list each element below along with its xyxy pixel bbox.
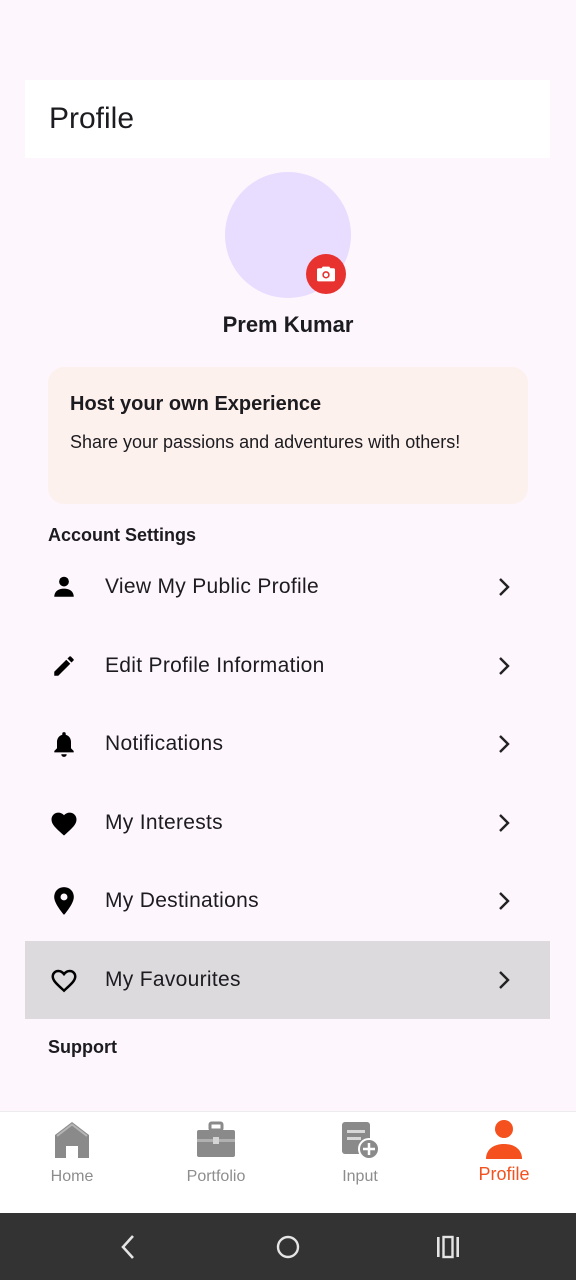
- menu-item-my-interests[interactable]: My Interests: [25, 784, 550, 862]
- menu-item-view-public-profile[interactable]: View My Public Profile: [25, 548, 550, 626]
- person-icon: [49, 572, 79, 602]
- menu-item-label: My Favourites: [105, 968, 241, 991]
- location-pin-icon: [49, 886, 79, 916]
- host-card-title: Host your own Experience: [70, 393, 322, 415]
- home-button[interactable]: [272, 1231, 304, 1263]
- chevron-right-icon: [494, 891, 514, 911]
- menu-item-label: Edit Profile Information: [105, 654, 325, 677]
- briefcase-icon: [196, 1120, 236, 1160]
- change-photo-button[interactable]: [306, 254, 346, 294]
- nav-input[interactable]: Input: [288, 1112, 432, 1214]
- bell-icon: [49, 729, 79, 759]
- page-title: Profile: [49, 102, 135, 135]
- nav-label: Home: [50, 1168, 94, 1185]
- nav-home[interactable]: Home: [0, 1112, 144, 1214]
- back-button[interactable]: [112, 1231, 144, 1263]
- nav-profile[interactable]: Profile: [432, 1112, 576, 1214]
- menu-item-label: My Destinations: [105, 889, 259, 912]
- nav-label: Profile: [478, 1164, 530, 1184]
- chevron-right-icon: [494, 734, 514, 754]
- host-card-subtitle: Share your passions and adventures with …: [70, 432, 461, 452]
- nav-portfolio[interactable]: Portfolio: [144, 1112, 288, 1214]
- menu-item-label: Notifications: [105, 732, 224, 755]
- home-circle-icon: [276, 1235, 300, 1259]
- system-navigation-bar: [0, 1213, 576, 1280]
- camera-icon: [317, 266, 335, 282]
- heart-outline-icon: [49, 965, 79, 995]
- section-title-account-settings: Account Settings: [48, 525, 197, 545]
- bottom-navigation: Home Portfolio Input Profile: [0, 1111, 576, 1213]
- menu-item-label: View My Public Profile: [105, 575, 319, 598]
- app-bar: Profile: [25, 80, 550, 158]
- profile-icon: [484, 1120, 524, 1160]
- menu-item-my-destinations[interactable]: My Destinations: [25, 862, 550, 940]
- host-experience-card[interactable]: Host your own Experience Share your pass…: [48, 367, 528, 504]
- menu-item-edit-profile[interactable]: Edit Profile Information: [25, 627, 550, 705]
- nav-label: Input: [342, 1168, 378, 1185]
- menu-item-notifications[interactable]: Notifications: [25, 705, 550, 783]
- add-document-icon: [340, 1120, 380, 1160]
- chevron-right-icon: [494, 656, 514, 676]
- chevron-right-icon: [494, 970, 514, 990]
- recents-icon: [437, 1235, 459, 1259]
- nav-label: Portfolio: [186, 1168, 246, 1185]
- chevron-right-icon: [494, 577, 514, 597]
- profile-name: Prem Kumar: [222, 312, 354, 337]
- home-icon: [52, 1120, 92, 1160]
- pencil-icon: [49, 651, 79, 681]
- section-title-support: Support: [48, 1037, 117, 1057]
- profile-avatar[interactable]: [225, 172, 351, 298]
- recents-button[interactable]: [432, 1231, 464, 1263]
- status-bar: [0, 0, 576, 70]
- menu-item-my-favourites[interactable]: My Favourites: [25, 941, 550, 1019]
- heart-filled-icon: [49, 808, 79, 838]
- menu-item-label: My Interests: [105, 811, 223, 834]
- chevron-right-icon: [494, 813, 514, 833]
- back-icon: [121, 1235, 134, 1259]
